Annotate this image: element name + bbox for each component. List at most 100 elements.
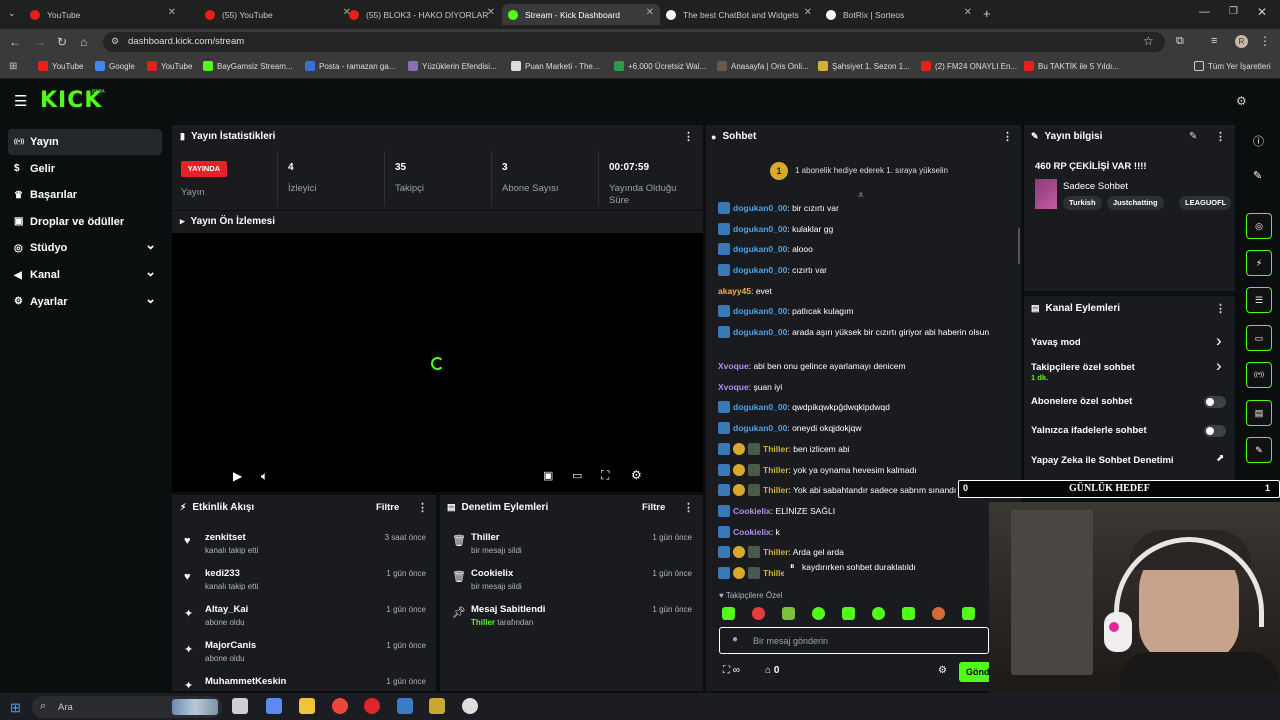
chat-message[interactable]: CookieIix: k [718, 526, 1018, 538]
chat-message[interactable]: dogukan0_00: qwdpikqwkpğdwqklpdwqd [718, 401, 1018, 413]
windows-start-icon[interactable]: ⊞ [10, 700, 21, 716]
browser-tab[interactable]: BotRix | Sorteos ✕ [820, 4, 978, 25]
toggle-switch[interactable] [1204, 396, 1226, 408]
moderation-title[interactable]: Thiller [471, 532, 500, 543]
send-button[interactable]: Gönder [959, 662, 991, 682]
browser-tab[interactable]: The best ChatBot and Widgets ✕ [660, 4, 818, 25]
browser-menu-icon[interactable]: ⋮ [1259, 34, 1271, 48]
pinned-expand-icon[interactable]: ⩡ [858, 190, 864, 201]
chat-message[interactable]: dogukan0_00: bir cızırtı var [718, 202, 1018, 214]
browser-tab[interactable]: (55) BLOK3 - HAKO DİYORLAR ✕ [343, 4, 501, 25]
moderation-filter-button[interactable]: Filtre [642, 502, 665, 513]
chat-username[interactable]: dogukan0_00 [733, 402, 787, 412]
minimize-button[interactable]: — [1199, 6, 1210, 18]
emote-icon[interactable] [842, 607, 855, 620]
extensions-icon[interactable]: ⧉ [1176, 35, 1184, 48]
site-info-icon[interactable]: ⚙ [111, 36, 119, 47]
chat-message[interactable]: Thiller: ben izlicem abi [718, 443, 1018, 455]
apps-grid-icon[interactable]: ⊞ [9, 61, 17, 72]
sidebar-item-başarılar[interactable]: ♛ Başarılar [8, 182, 162, 208]
copilot-icon[interactable] [266, 698, 282, 714]
chat-message[interactable]: CookieIix: ELİNİZE SAĞLI [718, 505, 1018, 517]
close-window-button[interactable]: ✕ [1257, 5, 1267, 19]
bookmark-item[interactable]: Yüzüklerin Efendisi... [408, 61, 497, 71]
list-icon[interactable]: ☰ [1246, 287, 1272, 313]
media-icon[interactable]: ≡ [1211, 35, 1217, 47]
channel-action-label[interactable]: Abonelere özel sohbet [1031, 396, 1132, 407]
file-explorer-icon[interactable] [299, 698, 315, 714]
close-tab-icon[interactable]: ✕ [487, 7, 495, 18]
chat-message[interactable]: dogukan0_00: patlıcak kulagım [718, 305, 1018, 317]
chat-username[interactable]: Thiller [763, 465, 789, 475]
clock-app-icon[interactable] [462, 698, 478, 714]
home-icon[interactable]: ⌂ [80, 35, 87, 49]
opera-icon[interactable] [364, 698, 380, 714]
chat-username[interactable]: Thiller [763, 444, 789, 454]
volume-icon[interactable]: 🔈︎ [261, 469, 268, 484]
bookmark-item[interactable]: Bu TAKTİK ile 5 Yıldı... [1024, 61, 1119, 71]
close-tab-icon[interactable]: ✕ [804, 7, 812, 18]
chat-menu-icon[interactable]: ⋮ [1002, 130, 1013, 143]
microphone-icon[interactable]: ● [732, 634, 738, 645]
play-icon[interactable]: ▶ [233, 469, 242, 483]
bookmark-item[interactable]: YouTube [147, 61, 192, 71]
chat-message[interactable]: Thiller: Arda gel arda [718, 546, 1018, 558]
chat-username[interactable]: CookieIix [733, 506, 771, 516]
sidebar-item-kanal[interactable]: ◀ Kanal ⌄ [8, 262, 162, 288]
stack-icon[interactable]: ▤ [1246, 400, 1272, 426]
chat-username[interactable]: Xvoque [718, 361, 749, 371]
bolt-icon[interactable]: ⚡︎ [1246, 250, 1272, 276]
steam-icon[interactable] [397, 698, 413, 714]
chat-message[interactable]: dogukan0_00: cızırtı var [718, 264, 1018, 276]
tool-icon[interactable]: ✎ [1246, 437, 1272, 463]
activity-username[interactable]: zenkitset [205, 532, 246, 543]
bookmark-item[interactable]: Posta - ramazan ga... [305, 61, 395, 71]
chat-username[interactable]: dogukan0_00 [733, 224, 787, 234]
emote-icon[interactable] [932, 607, 945, 620]
theater-icon[interactable]: ▭ [572, 469, 582, 482]
broadcast-icon[interactable]: ((•)) [1246, 362, 1272, 388]
close-tab-icon[interactable]: ✕ [964, 7, 972, 18]
bookmark-item[interactable]: YouTube [38, 61, 83, 71]
bookmark-item[interactable]: Şahsiyet 1. Sezon 1... [818, 61, 910, 71]
maximize-button[interactable]: ❐ [1229, 6, 1238, 17]
chevron-down-icon[interactable]: ⌄ [145, 291, 156, 307]
channel-action-label[interactable]: Takipçilere özel sohbet [1031, 362, 1135, 373]
url-input[interactable]: dashboard.kick.com/stream [103, 32, 1165, 52]
chat-scrollbar[interactable] [1018, 228, 1020, 264]
info-icon[interactable]: ⓘ [1253, 133, 1264, 149]
emote-icon[interactable] [902, 607, 915, 620]
bookmark-item[interactable]: Puan Marketi - The... [511, 61, 600, 71]
new-tab-button[interactable]: + [983, 6, 991, 21]
chevron-right-icon[interactable]: › [1216, 331, 1222, 351]
channel-action-label[interactable]: Yapay Zeka ile Sohbet Denetimi [1031, 455, 1174, 466]
chat-message[interactable]: Xvoque: şuan iyi [718, 381, 1018, 393]
activity-username[interactable]: MuhammetKeskin [205, 676, 286, 687]
hamburger-menu-icon[interactable]: ☰ [14, 92, 27, 110]
moderation-title[interactable]: CookieIix [471, 568, 513, 579]
chat-paused-banner[interactable]: ⏸︎ kaydırırken sohbet duraklatıldı [784, 558, 944, 576]
browser-tab[interactable]: Stream - Kick Dashboard ✕ [502, 4, 660, 25]
chat-username[interactable]: dogukan0_00 [733, 203, 787, 213]
stats-menu-icon[interactable]: ⋮ [683, 130, 694, 143]
app-icon[interactable] [429, 698, 445, 714]
bookmark-item[interactable]: Anasayfa | Oris Onli... [717, 61, 809, 71]
chevron-down-icon[interactable]: ⌄ [145, 264, 156, 280]
emote-icon[interactable] [752, 607, 765, 620]
edit-pencil-icon[interactable]: ✎ [1189, 131, 1197, 142]
chevron-down-icon[interactable]: ⌄ [145, 237, 156, 253]
tab-search-icon[interactable]: ⌄ [8, 8, 16, 19]
activity-item[interactable]: ✦ MajorCanis abone oldu 1 gün önce [178, 638, 432, 672]
chat-username[interactable]: dogukan0_00 [733, 306, 787, 316]
reload-icon[interactable]: ↻ [57, 35, 67, 49]
chat-username[interactable]: dogukan0_00 [733, 423, 787, 433]
forward-icon[interactable]: → [34, 35, 46, 49]
chevron-right-icon[interactable]: › [1216, 356, 1222, 376]
chat-message[interactable]: dogukan0_00: arada aşırı yüksek bir cızı… [718, 326, 1018, 338]
channel-actions-menu-icon[interactable]: ⋮ [1215, 302, 1226, 315]
activity-username[interactable]: Altay_Kai [205, 604, 248, 615]
layout-settings-icon[interactable]: ⚙ [1236, 94, 1247, 108]
bookmark-star-icon[interactable]: ☆ [1143, 34, 1154, 48]
pencil-icon[interactable]: ✎ [1253, 169, 1262, 182]
moderation-item[interactable]: 🗑︎ Thiller bir mesajı sildi 1 gün önce [446, 530, 700, 564]
